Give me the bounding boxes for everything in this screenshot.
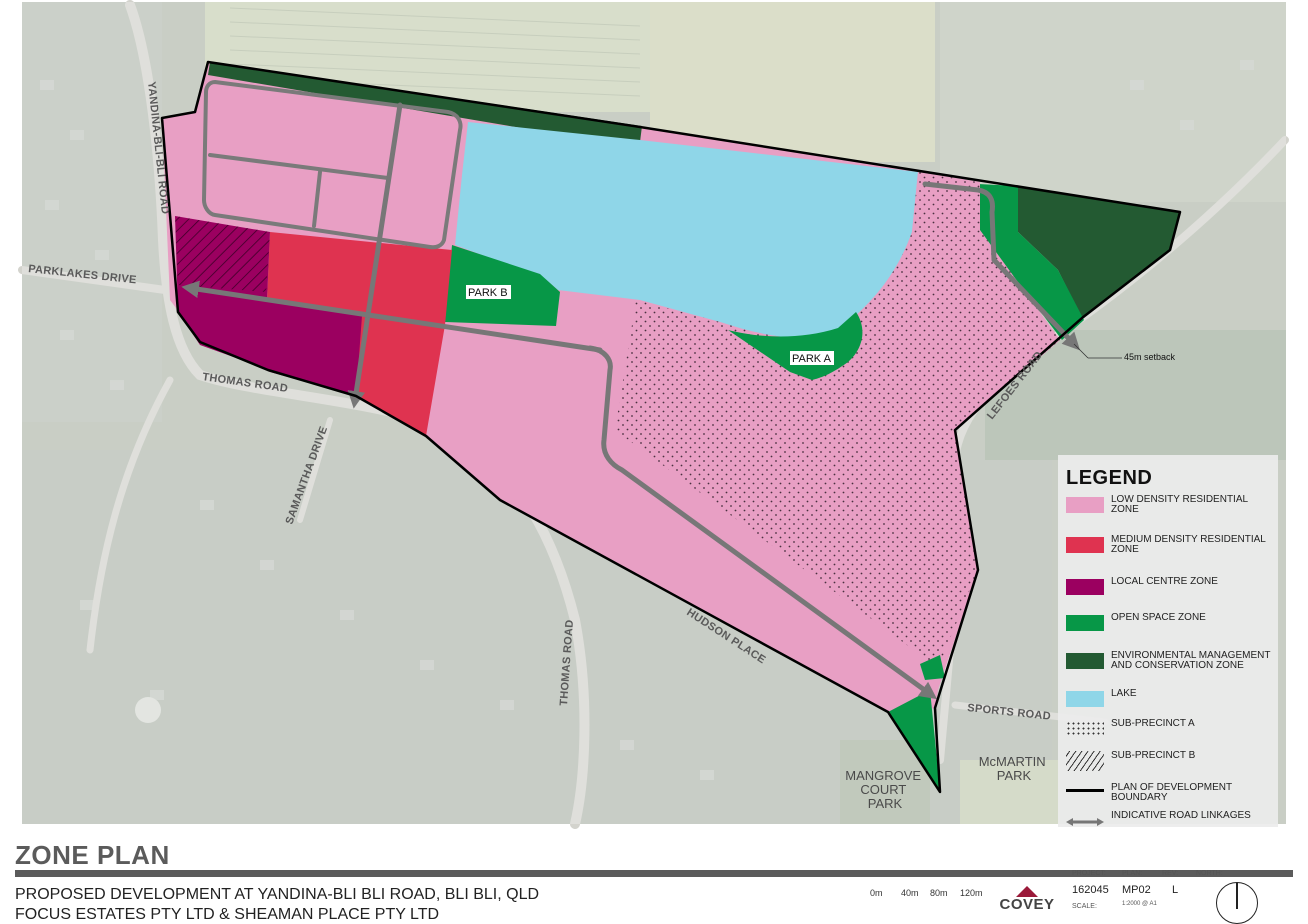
scale-bar-0: 0m [870,888,883,898]
scale-bar-80: 80m [930,888,948,898]
legend-label: LOW DENSITY RESIDENTIAL ZONE [1111,494,1248,515]
label-north: NORTH: [1196,870,1223,877]
legend-title: LEGEND [1066,467,1153,489]
double-arrow-icon [1066,818,1104,826]
legend-label: PLAN OF DEVELOPMENT BOUNDARY [1111,782,1232,803]
label-scale: SCALE: [1072,903,1097,910]
legend-swatch [1066,691,1104,707]
covey-logo-text: COVEY [999,896,1055,913]
scale-bar-120: 120m [960,888,983,898]
value-scale: 1:2000 @ A1 [1122,901,1157,907]
legend-label: LOCAL CENTRE ZONE [1111,576,1218,587]
label-park-a: PARK A [792,353,832,365]
title-block: ZONE PLAN PROPOSED DEVELOPMENT AT YANDIN… [0,832,1308,924]
covey-logo: COVEY [996,884,1058,913]
legend-item: LAKE [1066,689,1272,719]
project-description: PROPOSED DEVELOPMENT AT YANDINA-BLI BLI … [15,886,540,903]
project-owner: FOCUS ESTATES PTY LTD & SHEAMAN PLACE PT… [15,906,440,923]
legend-swatch [1066,615,1104,631]
legend: LEGEND LOW DENSITY RESIDENTIAL ZONE MEDIU… [1058,455,1278,827]
legend-swatch [1066,789,1104,792]
legend-swatch [1066,497,1104,513]
legend-label: INDICATIVE ROAD LINKAGES [1111,810,1251,821]
legend-label: SUB-PRECINCT B [1111,750,1196,761]
legend-swatch [1066,721,1104,737]
value-project: 162045 [1072,884,1109,896]
label-project: PROJECT: [1072,870,1106,877]
legend-item: LOW DENSITY RESIDENTIAL ZONE [1066,495,1272,525]
value-rev: L [1172,884,1179,896]
label-rev: REV: [1162,870,1179,877]
legend-item: SUB-PRECINCT B [1066,751,1272,781]
legend-label: ENVIRONMENTAL MANAGEMENT AND CONSERVATIO… [1111,650,1271,671]
legend-swatch [1066,653,1104,669]
legend-swatch [1066,814,1104,830]
legend-item: OPEN SPACE ZONE [1066,613,1272,643]
legend-label: LAKE [1111,688,1137,699]
legend-swatch [1066,579,1104,595]
label-plan: PLAN: [1122,870,1143,877]
legend-label: OPEN SPACE ZONE [1111,612,1206,623]
label-park-b: PARK B [468,287,508,299]
legend-item: PLAN OF DEVELOPMENT BOUNDARY [1066,783,1272,813]
plan-title: ZONE PLAN [15,840,170,870]
legend-item: ENVIRONMENTAL MANAGEMENT AND CONSERVATIO… [1066,651,1272,681]
scale-bar-40: 40m [901,888,919,898]
legend-item: SUB-PRECINCT A [1066,719,1272,749]
legend-label: MEDIUM DENSITY RESIDENTIAL ZONE [1111,534,1266,555]
legend-item: LOCAL CENTRE ZONE [1066,577,1272,607]
value-plan: MP02 [1122,884,1151,896]
setback-annotation: 45m setback [1124,352,1176,362]
legend-label: SUB-PRECINCT A [1111,718,1195,729]
legend-swatch [1066,537,1104,553]
legend-swatch [1066,751,1104,771]
legend-item: MEDIUM DENSITY RESIDENTIAL ZONE [1066,535,1272,565]
north-arrow-icon [1216,882,1258,924]
